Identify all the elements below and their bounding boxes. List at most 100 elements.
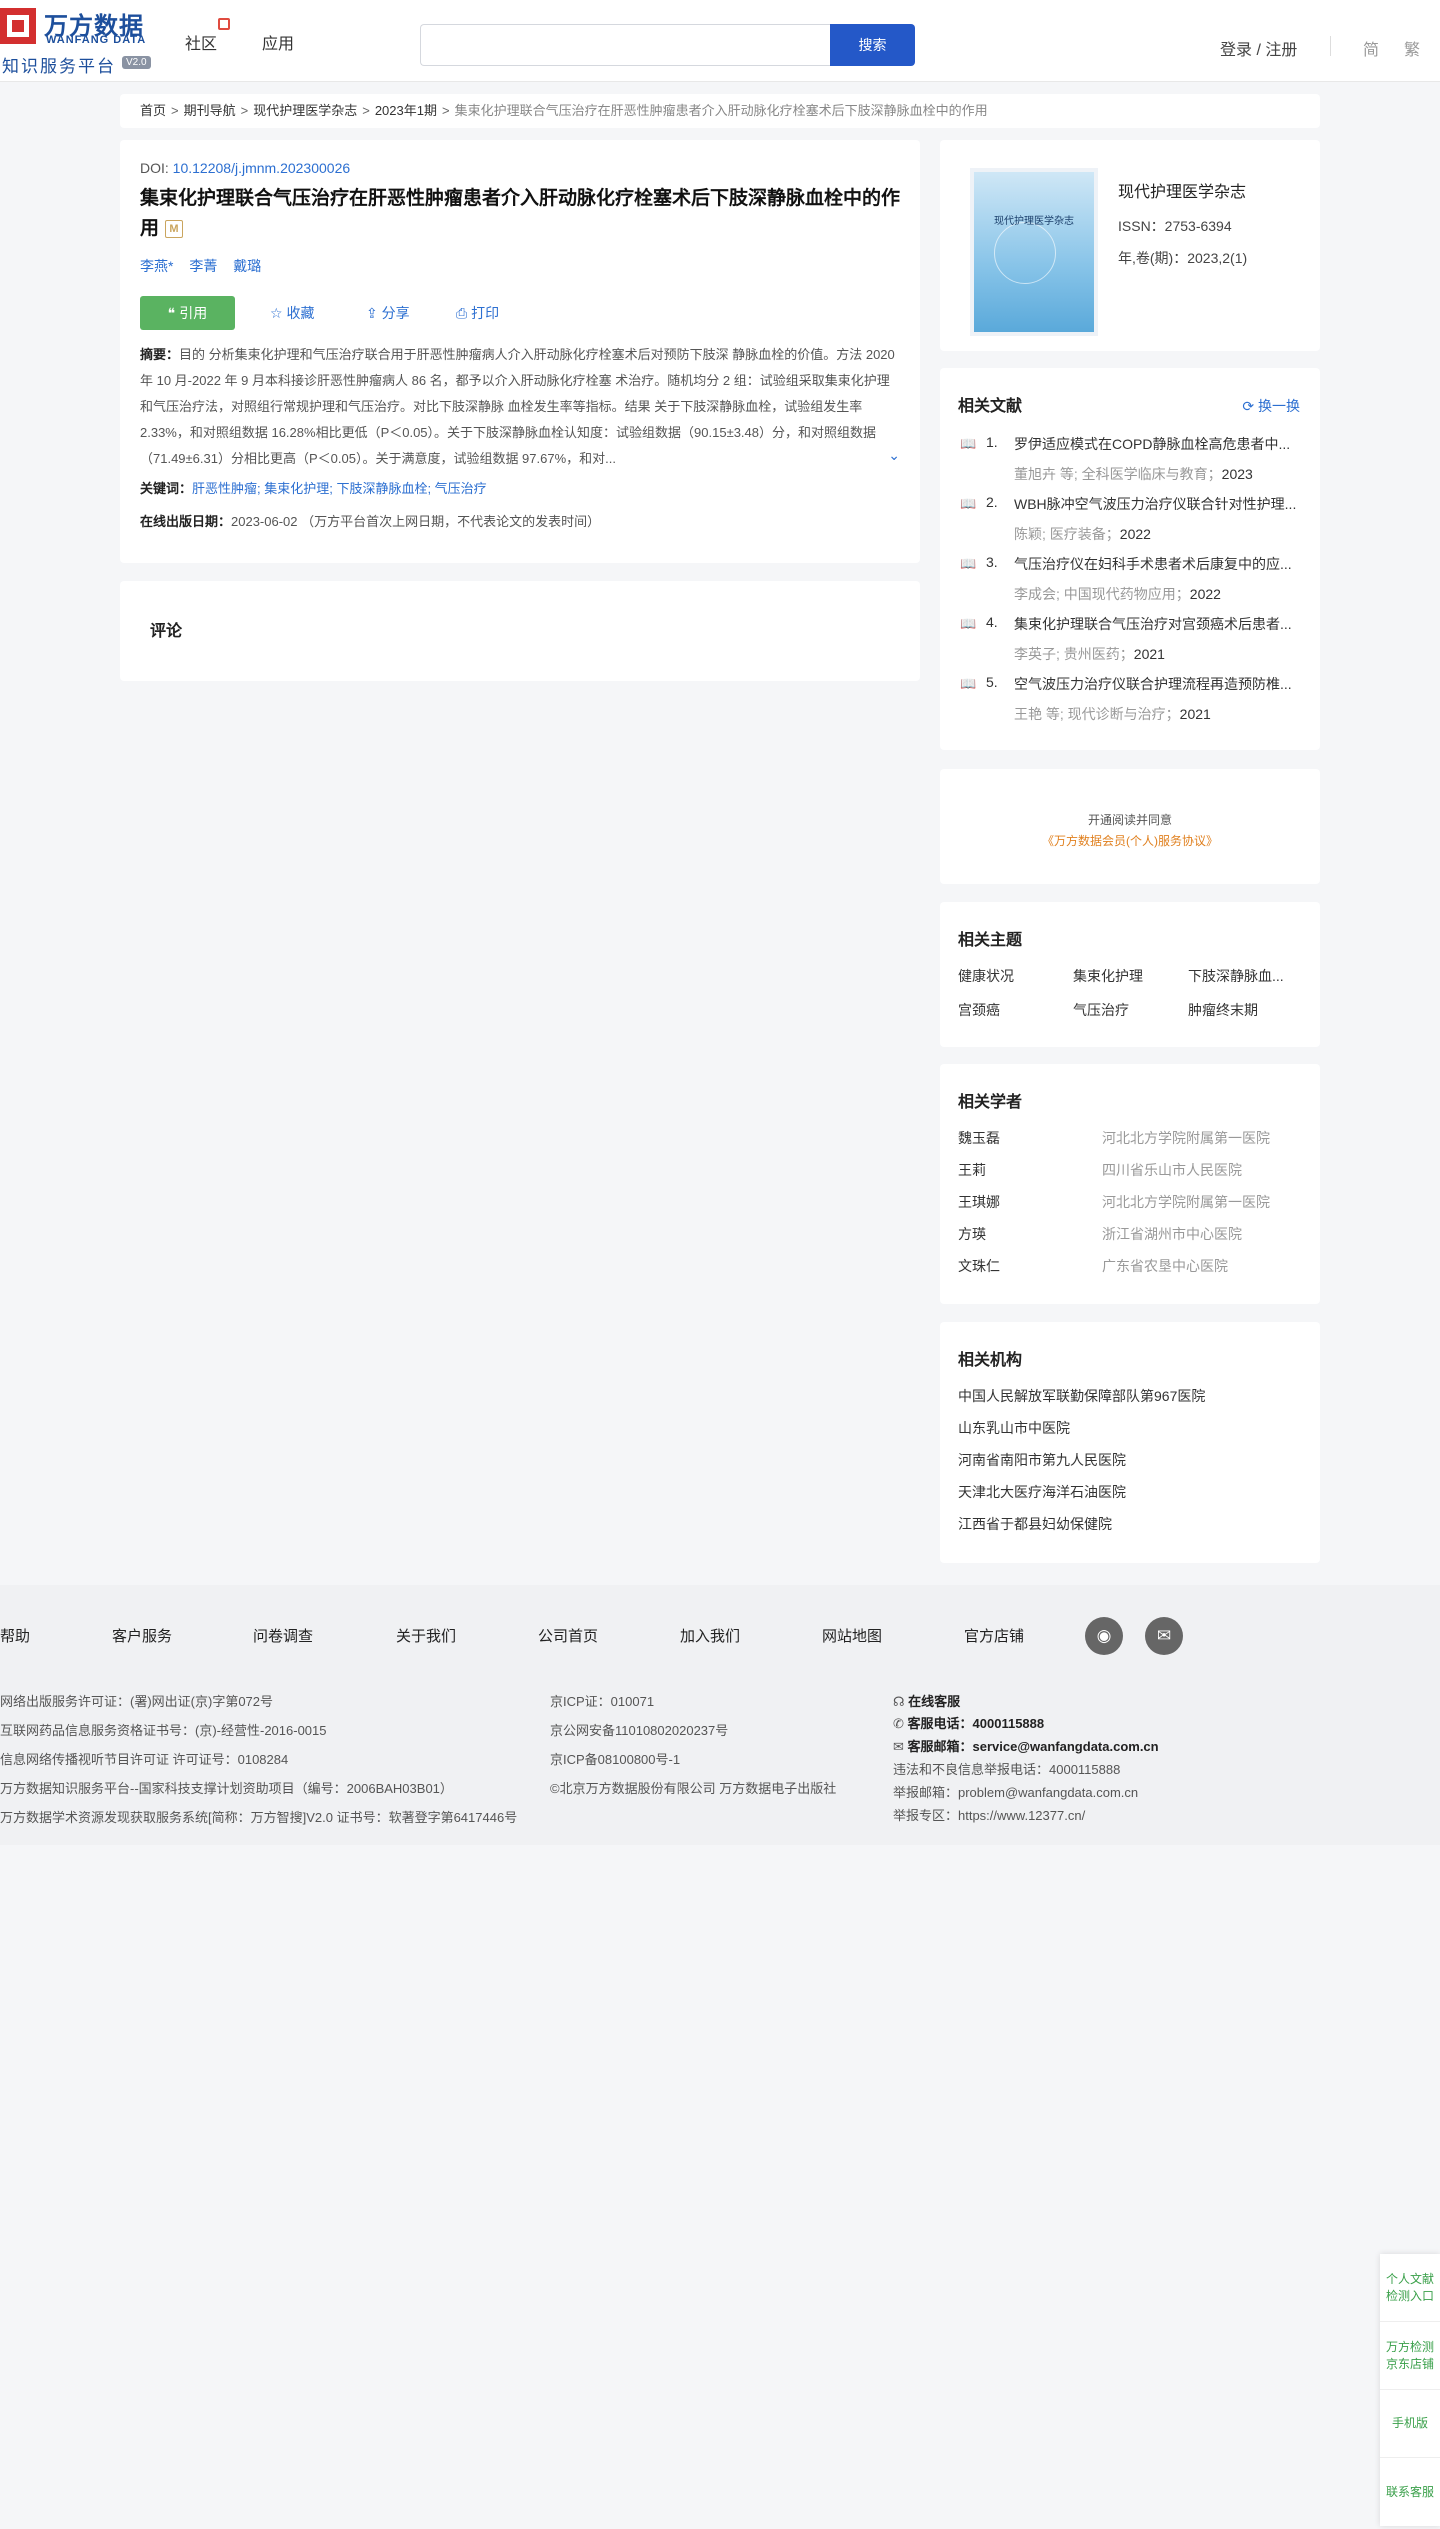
- wanfang-logo[interactable]: 万方数据 WANFANG DATA 知识服务平台 V2.0: [0, 6, 160, 76]
- author-link[interactable]: 李燕*: [140, 258, 173, 274]
- list-item: 方瑛 浙江省湖州市中心医院: [958, 1224, 1302, 1256]
- footer-link-survey[interactable]: 问卷调查: [253, 1625, 313, 1646]
- email-value[interactable]: service@wanfangdata.com.cn: [973, 1739, 1159, 1754]
- weibo-icon[interactable]: ◉: [1085, 1617, 1123, 1655]
- related-meta: 王艳 等; 现代诊断与治疗；2021: [1014, 704, 1211, 724]
- scholar-name-link[interactable]: 文珠仁: [958, 1256, 1000, 1276]
- service-email: ✉ 客服邮箱：service@wanfangdata.com.cn: [893, 1736, 1159, 1755]
- related-title-link[interactable]: 空气波压力治疗仪联合护理流程再造预防椎...: [1014, 674, 1304, 694]
- footer-link-help[interactable]: 帮助: [0, 1625, 30, 1646]
- topic-link[interactable]: 肿瘤终末期: [1188, 1000, 1308, 1020]
- comment-card: 评论: [120, 581, 920, 681]
- search-input[interactable]: [420, 24, 830, 66]
- related-num: 3.: [986, 554, 998, 570]
- refresh-icon: ⟳: [1242, 398, 1258, 414]
- breadcrumb-journal[interactable]: 现代护理医学杂志: [253, 103, 357, 118]
- collect-button[interactable]: ☆ 收藏: [270, 296, 314, 330]
- refresh-label: 换一换: [1258, 398, 1300, 414]
- footer-link-sitemap[interactable]: 网站地图: [822, 1625, 882, 1646]
- cite-button[interactable]: ❝ 引用: [140, 296, 235, 330]
- topics-grid: 健康状况 集束化护理 下肢深静脉血... 宫颈癌 气压治疗 肿瘤终末期: [958, 966, 1302, 1020]
- list-item: 📖 1. 罗伊适应模式在COPD静脉血栓高危患者中... 董旭卉 等; 全科医学…: [958, 434, 1302, 494]
- online-service[interactable]: ☊ 在线客服: [893, 1691, 960, 1710]
- breadcrumb-issue[interactable]: 2023年1期: [375, 103, 437, 118]
- topic-link[interactable]: 下肢深静脉血...: [1188, 966, 1308, 986]
- side-personal-check[interactable]: 个人文献检测入口: [1380, 2254, 1440, 2322]
- expand-chevron-icon[interactable]: ⌄: [888, 442, 900, 468]
- report-site[interactable]: 举报专区：https://www.12377.cn/: [893, 1805, 1085, 1824]
- topic-link[interactable]: 集束化护理: [1073, 966, 1188, 986]
- footer-link-service[interactable]: 客户服务: [112, 1625, 172, 1646]
- author-link[interactable]: 李菁: [189, 258, 217, 274]
- list-item: 📖 2. WBH脉冲空气波压力治疗仪联合针对性护理... 陈颖; 医疗装备；20…: [958, 494, 1302, 554]
- footer-link-join[interactable]: 加入我们: [680, 1625, 740, 1646]
- mail-icon: ✉: [893, 1739, 908, 1754]
- institution-link[interactable]: 山东乳山市中医院: [958, 1418, 1302, 1450]
- breadcrumb-separator: >: [171, 103, 179, 118]
- article-actions: ❝ 引用 ☆ 收藏 ⇪ 分享 ⎙ 打印: [140, 296, 900, 330]
- scholar-name-link[interactable]: 王莉: [958, 1160, 986, 1180]
- comment-title: 评论: [150, 623, 183, 640]
- related-title-link[interactable]: WBH脉冲空气波压力治疗仪联合针对性护理...: [1014, 494, 1304, 514]
- journal-name-link[interactable]: 现代护理医学杂志: [1118, 178, 1246, 202]
- scholar-name-link[interactable]: 王琪娜: [958, 1192, 1000, 1212]
- breadcrumb-journals[interactable]: 期刊导航: [184, 103, 236, 118]
- related-num: 1.: [986, 434, 998, 450]
- nav-community[interactable]: 社区: [185, 30, 217, 54]
- scholar-name-link[interactable]: 方瑛: [958, 1224, 986, 1244]
- nav-apps[interactable]: 应用: [262, 30, 294, 54]
- breadcrumb: 首页 > 期刊导航 > 现代护理医学杂志 >2023年1期 > 集束化护理联合气压治疗在肝恶性…: [120, 94, 1320, 128]
- footer-icp: 京ICP备08100800号-1: [550, 1752, 681, 1767]
- institution-link[interactable]: 天津北大医疗海洋石油医院: [958, 1482, 1302, 1514]
- side-mobile[interactable]: 手机版: [1380, 2390, 1440, 2458]
- scholar-org: 河北北方学院附属第一医院: [1102, 1130, 1270, 1146]
- related-title-link[interactable]: 罗伊适应模式在COPD静脉血栓高危患者中...: [1014, 434, 1304, 454]
- topic-link[interactable]: 气压治疗: [1073, 1000, 1188, 1020]
- refresh-button[interactable]: ⟳ 换一换: [1242, 396, 1300, 416]
- book-icon: 📖: [960, 496, 977, 511]
- footer-link-about[interactable]: 关于我们: [396, 1625, 456, 1646]
- search-button[interactable]: 搜索: [830, 24, 915, 66]
- keywords-links[interactable]: 肝恶性肿瘤; 集束化护理; 下肢深静脉血栓; 气压治疗: [192, 481, 487, 496]
- journal-volume: 年,卷(期)：2023,2(1): [1118, 250, 1248, 266]
- login-register-link[interactable]: 登录 / 注册: [1220, 36, 1297, 60]
- related-title-link[interactable]: 集束化护理联合气压治疗对宫颈癌术后患者...: [1014, 614, 1304, 634]
- article-title-text: 集束化护理联合气压治疗在肝恶性肿瘤患者介入肝动脉化疗栓塞术后下肢深静脉血栓中的作…: [140, 188, 901, 239]
- agreement-link[interactable]: 《万方数据会员(个人)服务协议》: [940, 832, 1320, 849]
- article-title: 集束化护理联合气压治疗在肝恶性肿瘤患者介入肝动脉化疗栓塞术后下肢深静脉血栓中的作…: [140, 184, 900, 244]
- keywords-line: 关键词：肝恶性肿瘤; 集束化护理; 下肢深静脉血栓; 气压治疗: [140, 478, 900, 497]
- lang-traditional[interactable]: 繁: [1404, 36, 1420, 60]
- wechat-icon[interactable]: ✉: [1145, 1617, 1183, 1655]
- journal-card: 现代护理医学杂志 现代护理医学杂志 ISSN：2753-6394 年,卷(期)：…: [940, 140, 1320, 351]
- footer-link-store[interactable]: 官方店铺: [964, 1625, 1024, 1646]
- footer-link-company[interactable]: 公司首页: [538, 1625, 598, 1646]
- share-button[interactable]: ⇪ 分享: [366, 296, 410, 330]
- side-jd-store[interactable]: 万方检测京东店铺: [1380, 2322, 1440, 2390]
- lang-simplified[interactable]: 简: [1363, 36, 1379, 60]
- breadcrumb-home[interactable]: 首页: [140, 103, 166, 118]
- related-meta: 董旭卉 等; 全科医学临床与教育；2023: [1014, 464, 1253, 484]
- agreement-card: 开通阅读并同意 《万方数据会员(个人)服务协议》: [940, 769, 1320, 884]
- related-title-link[interactable]: 气压治疗仪在妇科手术患者术后康复中的应...: [1014, 554, 1304, 574]
- online-service-label: 在线客服: [908, 1694, 961, 1709]
- list-item: 魏玉磊 河北北方学院附属第一医院: [958, 1128, 1302, 1160]
- doi-link[interactable]: 10.12208/j.jmnm.202300026: [173, 160, 350, 176]
- related-year: 2021: [1179, 706, 1211, 722]
- institution-link[interactable]: 江西省于都县妇幼保健院: [958, 1514, 1302, 1546]
- print-button[interactable]: ⎙ 打印: [456, 296, 499, 330]
- institution-link[interactable]: 河南省南阳市第九人民医院: [958, 1450, 1302, 1482]
- scholar-name-link[interactable]: 魏玉磊: [958, 1128, 1000, 1148]
- report-email[interactable]: 举报邮箱：problem@wanfangdata.com.cn: [893, 1782, 1138, 1801]
- author-link[interactable]: 戴璐: [233, 258, 261, 274]
- institutions-title: 相关机构: [958, 1352, 1023, 1369]
- side-contact[interactable]: 联系客服: [1380, 2458, 1440, 2526]
- breadcrumb-separator: >: [441, 103, 450, 118]
- breadcrumb-separator: >: [240, 103, 249, 118]
- footer-license: 信息网络传播视听节目许可证 许可证号：0108284: [0, 1752, 289, 1767]
- topic-link[interactable]: 健康状况: [958, 966, 1073, 986]
- institution-link[interactable]: 中国人民解放军联勤保障部队第967医院: [958, 1386, 1302, 1418]
- book-icon: 📖: [960, 676, 977, 691]
- list-item: 王琪娜 河北北方学院附属第一医院: [958, 1192, 1302, 1224]
- topic-link[interactable]: 宫颈癌: [958, 1000, 1073, 1020]
- journal-cover-image[interactable]: 现代护理医学杂志: [970, 168, 1098, 336]
